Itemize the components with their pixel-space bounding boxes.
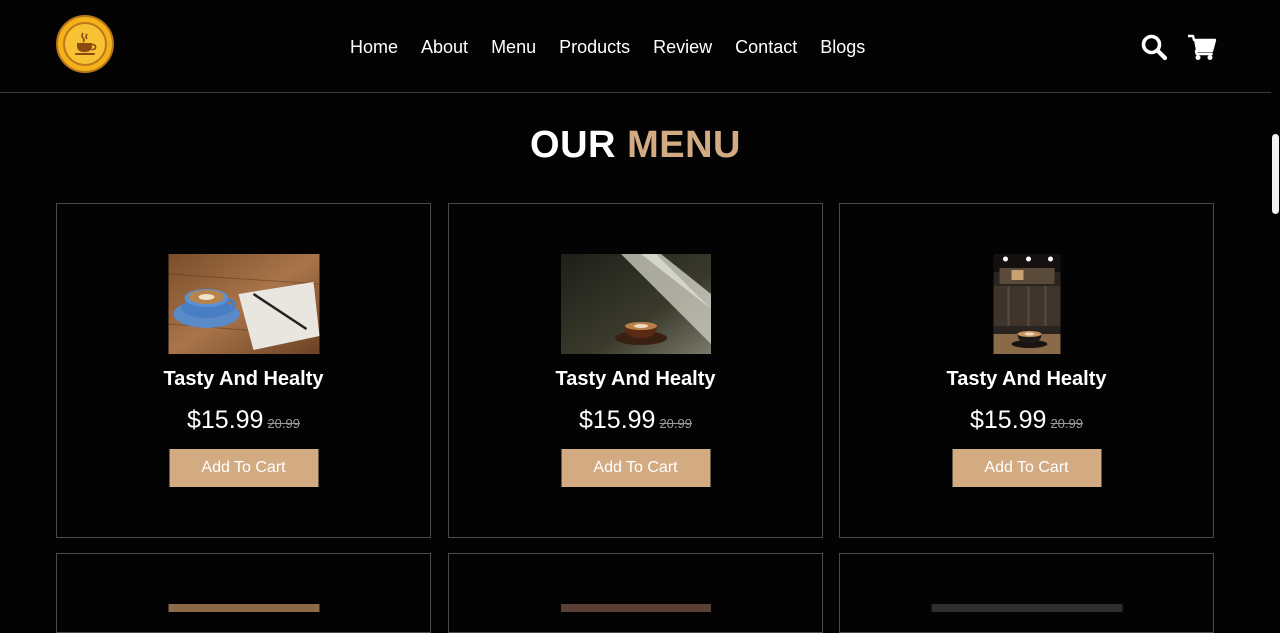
price: $15.99 [186,406,264,434]
card-title: Tasty And Healty [946,368,1107,390]
coffee-image [560,254,711,354]
coffee-image [931,604,1122,612]
price-row: $15.99 20.99 [57,404,430,440]
nav-products[interactable]: Products [559,36,630,58]
add-to-cart-button[interactable]: Add To Cart [561,449,710,487]
cart-icon[interactable] [1187,33,1217,61]
nav-contact[interactable]: Contact [735,36,797,58]
menu-card: Tasty And Healty $15.99 20.99 Add To Cart [56,203,431,538]
coffee-logo-icon[interactable] [56,15,114,73]
price-row: $15.99 20.99 [449,404,822,440]
coffee-image [168,604,319,612]
scrollbar-track[interactable] [1271,0,1280,609]
nav-review[interactable]: Review [653,36,712,58]
add-to-cart-button[interactable]: Add To Cart [952,449,1101,487]
old-price: 20.99 [1050,416,1083,431]
coffee-image [993,254,1060,354]
menu-card [448,553,823,633]
menu-card: Tasty And Healty $15.99 20.99 Add To Cart [448,203,823,538]
add-to-cart-button[interactable]: Add To Cart [169,449,318,487]
search-icon[interactable] [1140,33,1168,61]
card-title: Tasty And Healty [163,368,324,390]
card-title: Tasty And Healty [555,368,716,390]
menu-card [839,553,1214,633]
coffee-image [168,254,319,354]
site-header: Home About Menu Products Review Contact … [0,0,1271,93]
price-row: $15.99 20.99 [840,404,1213,440]
title-part-our: OUR [530,124,616,166]
nav-blogs[interactable]: Blogs [820,36,865,58]
old-price: 20.99 [659,416,692,431]
old-price: 20.99 [267,416,300,431]
section-title: OUR MENU [0,122,1271,168]
nav-home[interactable]: Home [350,36,398,58]
scrollbar-thumb[interactable] [1272,134,1279,214]
menu-card [56,553,431,633]
price: $15.99 [969,406,1047,434]
nav-about[interactable]: About [421,36,468,58]
coffee-image [560,604,711,612]
menu-card: Tasty And Healty $15.99 20.99 Add To Cart [839,203,1214,538]
title-part-menu: MENU [627,124,741,166]
main-nav: Home About Menu Products Review Contact … [350,36,888,58]
nav-menu[interactable]: Menu [491,36,536,58]
price: $15.99 [578,406,656,434]
